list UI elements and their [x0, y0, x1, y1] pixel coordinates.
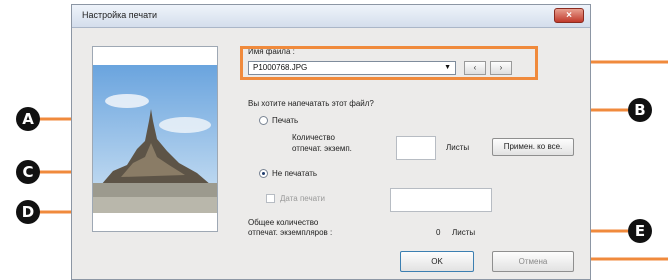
date-print-checkbox[interactable] [266, 194, 275, 203]
filename-highlight-frame [240, 46, 538, 80]
callout-b: B [628, 98, 652, 122]
close-button[interactable]: × [554, 8, 584, 23]
copies-unit: Листы [446, 143, 470, 152]
cancel-button[interactable]: Отмена [492, 251, 574, 272]
copies-label-line1: Количество [292, 133, 335, 142]
photo-thumbnail [93, 65, 217, 213]
dialog-title: Настройка печати [82, 10, 158, 20]
copies-input[interactable] [396, 136, 436, 160]
total-unit: Листы [452, 228, 476, 237]
date-print-field[interactable] [390, 188, 492, 212]
ok-button[interactable]: OK [400, 251, 474, 272]
callout-a: A [16, 107, 40, 131]
print-question: Вы хотите напечатать этот файл? [248, 99, 374, 108]
no-print-radio[interactable] [259, 169, 268, 178]
callout-e: E [628, 219, 652, 243]
callout-d: D [16, 200, 40, 224]
print-option-label: Печать [272, 116, 299, 125]
no-print-option-label: Не печатать [272, 169, 318, 178]
copies-label-line2: отпечат. экземп. [292, 144, 352, 153]
title-bar[interactable]: Настройка печати × [72, 5, 590, 28]
total-copies-value: 0 [436, 228, 441, 237]
total-label-line1: Общее количество [248, 218, 319, 227]
callout-c: C [16, 160, 40, 184]
apply-to-all-button[interactable]: Примен. ко все. [492, 138, 574, 156]
total-label-line2: отпечат. экземпляров : [248, 228, 333, 237]
print-radio[interactable] [259, 116, 268, 125]
date-print-label: Дата печати [280, 194, 326, 203]
image-preview [92, 46, 218, 232]
